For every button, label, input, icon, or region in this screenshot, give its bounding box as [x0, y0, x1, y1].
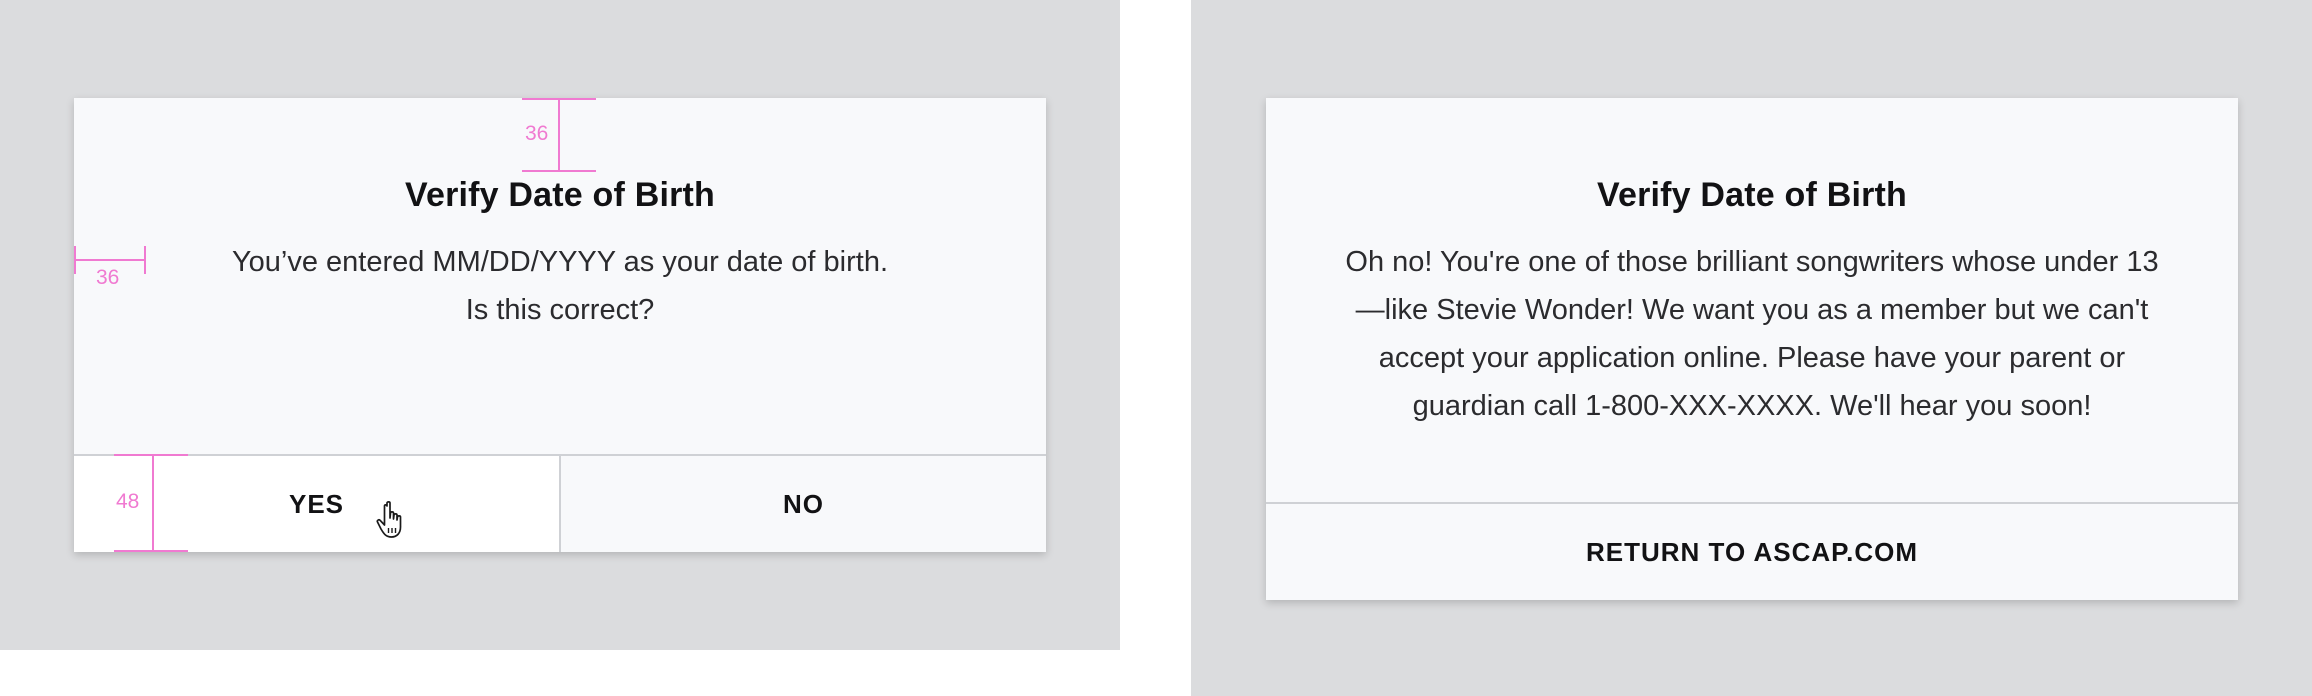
dialog-title: Verify Date of Birth: [1596, 176, 1908, 214]
right-backdrop: Verify Date of Birth Oh no! You're one o…: [1191, 0, 2312, 696]
return-to-ascap-button[interactable]: RETURN TO ASCAP.COM: [1586, 537, 1918, 568]
spec-side-padding: 36: [74, 246, 146, 289]
no-button-label: NO: [783, 488, 824, 519]
spec-button-height-label: 48: [116, 490, 140, 513]
dialog-actions: YES NO: [74, 454, 1046, 552]
spec-button-height: 48: [114, 454, 188, 552]
spec-top-padding: 36: [522, 98, 596, 172]
dialog-title: Verify Date of Birth: [404, 176, 716, 214]
dialog-message-line-2: Is this correct?: [465, 294, 655, 326]
dialog-message-line-1: You’ve entered MM/DD/YYYY as your date o…: [231, 246, 889, 278]
spec-side-padding-label: 36: [96, 266, 120, 289]
dialog-message: You’ve entered MM/DD/YYYY as your date o…: [74, 238, 1046, 334]
dialog-message: Oh no! You're one of those brilliant son…: [1345, 246, 2159, 422]
underage-dialog: Verify Date of Birth Oh no! You're one o…: [1266, 98, 2238, 600]
hand-pointer-icon: [376, 501, 402, 538]
left-backdrop: Verify Date of Birth You’ve entered MM/D…: [0, 0, 1120, 650]
yes-button-label: YES: [288, 488, 345, 519]
no-button[interactable]: NO: [561, 456, 1046, 552]
dialog-actions: RETURN TO ASCAP.COM: [1266, 502, 2238, 600]
spec-top-padding-label: 36: [525, 122, 549, 145]
